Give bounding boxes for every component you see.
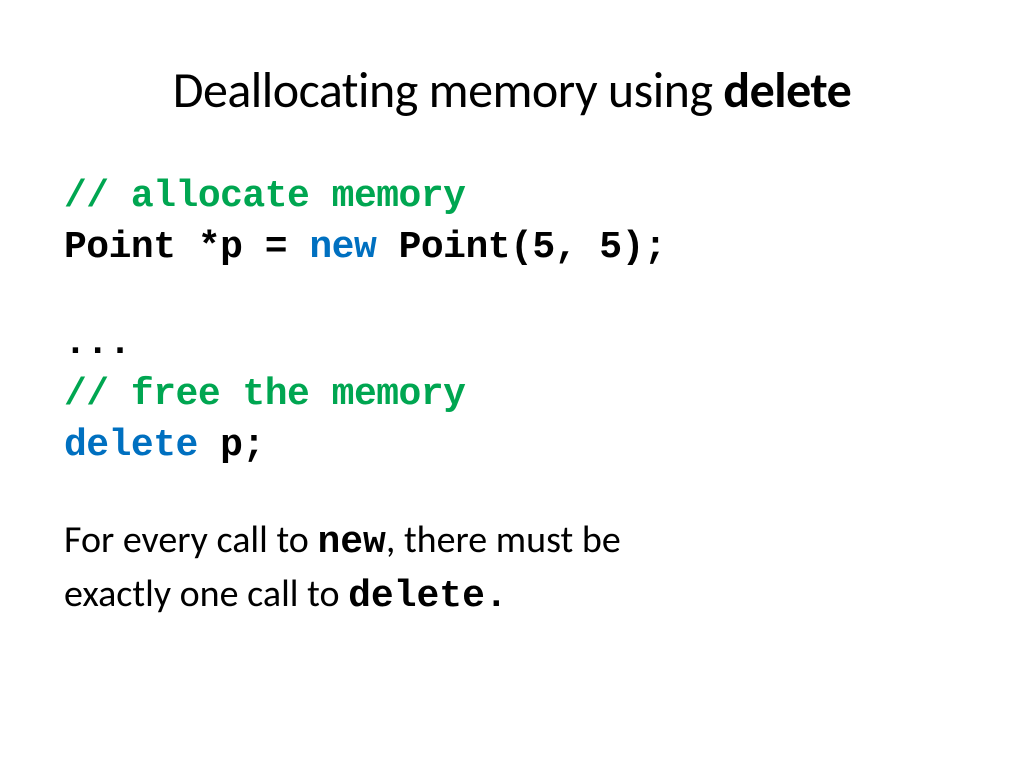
code-comment-free: // free the memory [64, 369, 964, 420]
blank-line [64, 471, 964, 515]
code-keyword-new: new [309, 226, 376, 269]
prose-keyword-delete: delete. [348, 575, 508, 618]
prose-keyword-new: new [317, 521, 385, 564]
prose-text: , there must be [386, 517, 621, 563]
prose-line-1: For every call to new, there must be [64, 515, 964, 568]
code-keyword-delete: delete [64, 424, 198, 467]
prose-text: For every call to [64, 517, 317, 563]
code-text: Point *p = [64, 226, 309, 269]
code-comment-allocate: // allocate memory [64, 171, 964, 222]
prose-line-2: exactly one call to delete. [64, 569, 964, 622]
slide-title: Deallocating memory using delete [60, 60, 964, 121]
code-ellipsis: ... [64, 318, 964, 369]
blank-line [64, 274, 964, 318]
title-keyword: delete [723, 60, 851, 121]
slide-content: // allocate memory Point *p = new Point(… [60, 171, 964, 622]
code-text: p; [198, 424, 265, 467]
title-text: Deallocating memory using [173, 60, 724, 121]
code-text: Point(5, 5); [376, 226, 666, 269]
prose-text: exactly one call to [64, 571, 348, 617]
code-line-declaration: Point *p = new Point(5, 5); [64, 222, 964, 273]
code-line-delete: delete p; [64, 420, 964, 471]
slide: Deallocating memory using delete // allo… [0, 0, 1024, 768]
